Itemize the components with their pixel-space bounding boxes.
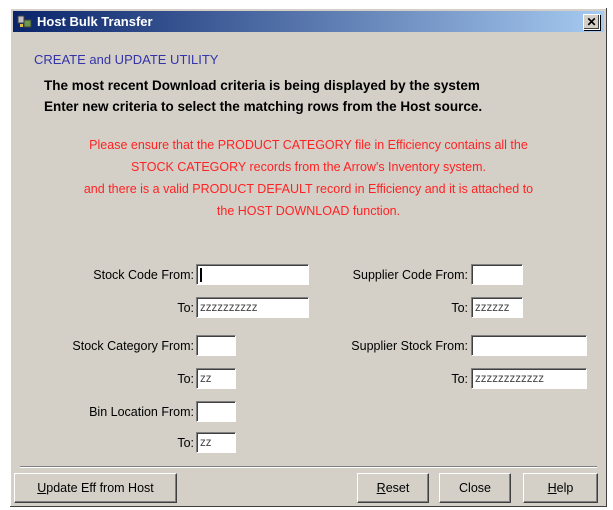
info-line-2: Enter new criteria to select the matchin… (44, 99, 483, 114)
supplier-stock-to-input[interactable]: zzzzzzzzzzzz (471, 368, 587, 389)
close-button[interactable]: Close (439, 473, 511, 503)
supplier-code-from-label: Supplier Code From: (352, 268, 468, 282)
stock-category-from-label: Stock Category From: (72, 339, 194, 353)
supplier-code-to-input[interactable]: zzzzzz (471, 297, 523, 318)
update-eff-from-host-button[interactable]: Update Eff from Host (14, 473, 177, 503)
utility-heading: CREATE and UPDATE UTILITY (34, 52, 219, 67)
supplier-stock-from-label: Supplier Stock From: (351, 339, 468, 353)
host-bulk-transfer-dialog: Host Bulk Transfer ✕ CREATE and UPDATE U… (9, 7, 608, 508)
bin-location-from-input[interactable] (196, 401, 236, 422)
stock-category-from-input[interactable] (196, 335, 236, 356)
close-icon[interactable]: ✕ (583, 14, 600, 30)
title-bar[interactable]: Host Bulk Transfer ✕ (13, 11, 604, 32)
warning-line-4: the HOST DOWNLOAD function. (216, 204, 401, 218)
info-line-1: The most recent Download criteria is bei… (44, 78, 480, 93)
text-cursor (200, 267, 202, 282)
warning-line-1: Please ensure that the PRODUCT CATEGORY … (89, 138, 528, 152)
warning-line-2: STOCK CATEGORY records from the Arrow's … (130, 160, 487, 174)
app-icon (17, 15, 32, 28)
help-button[interactable]: Help (523, 473, 598, 503)
supplier-stock-to-label: To: (451, 372, 468, 386)
reset-button[interactable]: Reset (357, 473, 429, 503)
supplier-stock-from-input[interactable] (471, 335, 587, 356)
stock-category-to-label: To: (177, 372, 194, 386)
supplier-code-from-input[interactable] (471, 264, 523, 285)
window-title: Host Bulk Transfer (37, 14, 153, 29)
stock-code-from-input[interactable] (196, 264, 309, 285)
button-separator (20, 466, 597, 468)
stock-code-to-input[interactable]: zzzzzzzzzz (196, 297, 309, 318)
stock-code-from-label: Stock Code From: (93, 268, 194, 282)
bin-location-to-label: To: (177, 436, 194, 450)
warning-line-3: and there is a valid PRODUCT DEFAULT rec… (83, 182, 534, 196)
stock-category-to-input[interactable]: zz (196, 368, 236, 389)
bin-location-from-label: Bin Location From: (89, 405, 194, 419)
stock-code-to-label: To: (177, 301, 194, 315)
bin-location-to-input[interactable]: zz (196, 432, 236, 453)
supplier-code-to-label: To: (451, 301, 468, 315)
